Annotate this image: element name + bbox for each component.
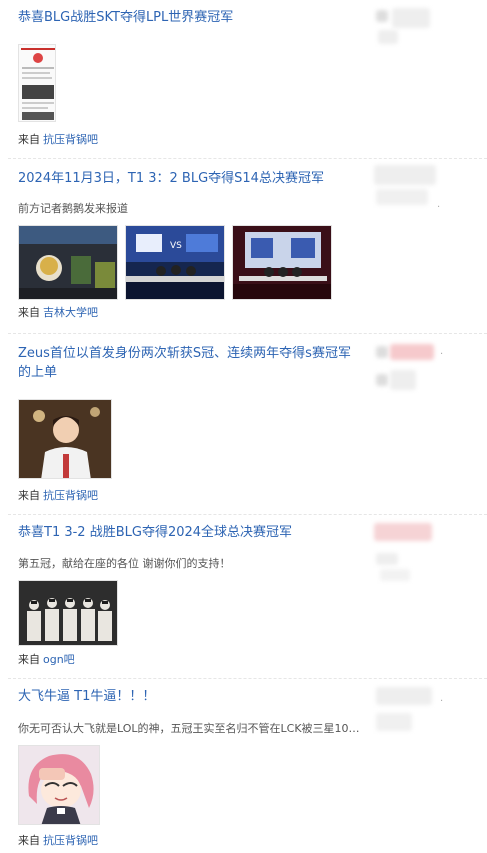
forum-link[interactable]: ogn吧 [43,653,75,666]
author-name[interactable] [390,344,434,360]
post-excerpt: 前方记者鹅鹅发来报道 [18,202,128,215]
post-item: 大飞牛逼 T1牛逼！！！ 你无可否认大飞就是LOL的神，五冠王实至名归不管在LC… [0,679,487,853]
post-source: 来自 吉林大学吧 [18,305,98,320]
from-prefix: 来自 [18,834,40,847]
author-avatar [376,346,388,358]
post-thumbnail[interactable] [18,745,100,825]
from-prefix: 来自 [18,133,40,146]
author-name-extra [380,569,410,581]
from-prefix: 来自 [18,489,40,502]
post-thumbnail[interactable] [18,580,118,646]
post-thumbnail[interactable] [18,225,118,300]
post-thumbnail[interactable] [232,225,332,300]
post-source: 来自 ogn吧 [18,652,75,667]
forum-link[interactable]: 抗压背锅吧 [43,834,98,847]
post-title[interactable]: 恭喜T1 3-2 战胜BLG夺得2024全球总决赛冠军 [18,523,363,542]
separator-dot: . [440,693,444,704]
post-item: 2024年11月3日，T1 3：2 BLG夺得S14总决赛冠军 前方记者鹅鹅发来… [0,159,487,333]
author-name[interactable] [374,523,432,541]
post-title[interactable]: 2024年11月3日，T1 3：2 BLG夺得S14总决赛冠军 [18,169,363,188]
post-source: 来自 抗压背锅吧 [18,132,98,147]
post-source: 来自 抗压背锅吧 [18,488,98,503]
separator-dot: . [440,346,444,357]
author-name-extra [376,553,398,565]
post-thumbnail[interactable] [18,399,112,479]
from-prefix: 来自 [18,306,40,319]
author-name-extra [376,713,412,731]
author-avatar [376,10,388,22]
from-prefix: 来自 [18,653,40,666]
post-title[interactable]: 恭喜BLG战胜SKT夺得LPL世界赛冠军 [18,8,363,27]
svg-text:VS: VS [170,241,182,251]
forum-link[interactable]: 抗压背锅吧 [43,133,98,146]
author-name-extra [376,189,428,205]
post-thumbnail[interactable] [18,44,56,122]
post-excerpt: 你无可否认大飞就是LOL的神，五冠王实至名归不管在LCK被三星10擒... [18,722,363,735]
author-name[interactable] [374,165,436,185]
post-excerpt: 第五冠，献给在座的各位 谢谢你们的支持！ [18,557,231,570]
post-source: 来自 抗压背锅吧 [18,833,98,848]
post-title[interactable]: Zeus首位以首发身份两次斩获S冠、连续两年夺得s赛冠军的上单 [18,344,358,382]
post-item: 恭喜T1 3-2 战胜BLG夺得2024全球总决赛冠军 第五冠，献给在座的各位 … [0,515,487,678]
forum-link[interactable]: 吉林大学吧 [43,306,98,319]
separator-dot: . [437,199,441,210]
forum-link[interactable]: 抗压背锅吧 [43,489,98,502]
post-title[interactable]: 大飞牛逼 T1牛逼！！！ [18,687,363,706]
post-item: 恭喜BLG战胜SKT夺得LPL世界赛冠军 来自 抗压背锅吧 [0,0,487,158]
author-name[interactable] [376,687,432,705]
post-item: Zeus首位以首发身份两次斩获S冠、连续两年夺得s赛冠军的上单 来自 抗压背锅吧 … [0,334,487,514]
post-thumbnail[interactable]: VS [125,225,225,300]
author-name[interactable] [392,8,430,28]
author-name-extra [378,30,398,44]
author-name-extra [390,370,416,390]
author-avatar [376,374,388,386]
